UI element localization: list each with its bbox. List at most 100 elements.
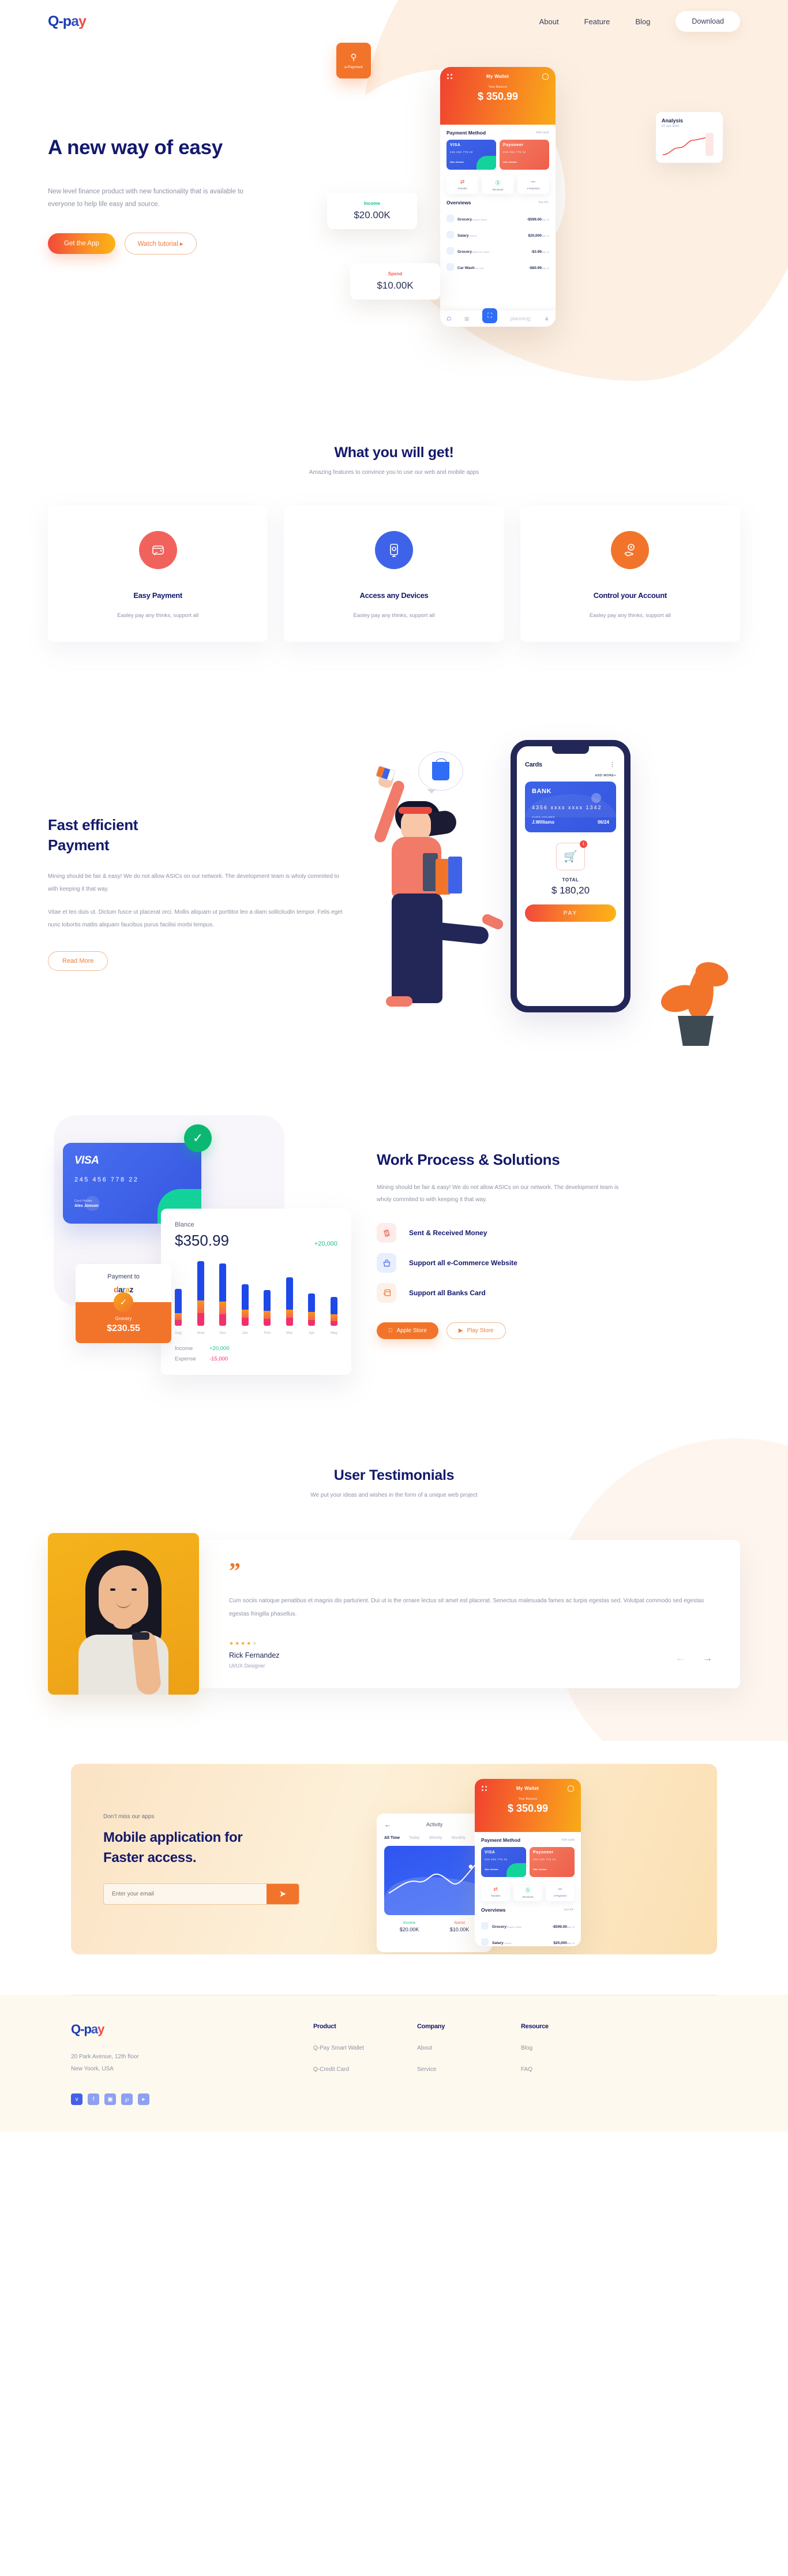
grid-menu-icon[interactable] xyxy=(447,73,453,80)
download-button[interactable]: Download xyxy=(676,11,740,32)
income-floating-card: Income $20.00K xyxy=(327,193,417,229)
add-cards-link[interactable]: Add cards xyxy=(561,1838,575,1842)
feature-card-access-devices[interactable]: Access any Devices Easley pay any thinks… xyxy=(284,506,504,642)
profile-icon[interactable]: ♟ xyxy=(545,316,549,322)
see-all-link[interactable]: See All › xyxy=(564,1908,575,1912)
history-icon[interactable]: planning; xyxy=(511,316,532,321)
payoneer-mini-card[interactable]: Payoneer 245 456 778 22 Alex Jonson xyxy=(500,140,549,170)
chart-x-label: Now xyxy=(197,1331,205,1335)
list-item[interactable]: SalaryFinance $20,000May 25 xyxy=(481,1934,575,1946)
feature-card-control-account[interactable]: Control your Account Easley pay any thin… xyxy=(520,506,740,642)
list-item[interactable]: GroceryStarbucks Coffee -$3.99May 24 xyxy=(446,242,549,259)
list-item[interactable]: Car WashCar Care -$80.99May 20 xyxy=(446,259,549,275)
epayment-floating-card[interactable]: ⚲ e-Payment xyxy=(336,43,371,78)
grid-menu-icon[interactable] xyxy=(482,1785,487,1792)
testimonial-avatar xyxy=(48,1533,199,1695)
tab-monthly[interactable]: Monthly xyxy=(452,1836,466,1840)
next-arrow-icon[interactable]: → xyxy=(703,1652,712,1664)
chart-bar-segment xyxy=(219,1302,227,1314)
add-cards-link[interactable]: Add cards xyxy=(536,131,549,134)
footer-link-faq[interactable]: FAQ xyxy=(521,2066,625,2073)
prev-arrow-icon[interactable]: ← xyxy=(676,1652,685,1664)
payoneer-mini-card[interactable]: Payoneer 245 456 778 22 Alex Jonson xyxy=(530,1847,575,1877)
work-feature-sent-received[interactable]: Sent & Received Money xyxy=(377,1223,740,1243)
brand-logo[interactable]: Q-pay xyxy=(71,2023,313,2036)
footer-link-about[interactable]: About xyxy=(417,2045,521,2051)
testimonials-section: User Testimonials We put your ideas and … xyxy=(0,1427,788,1741)
visa-mini-card[interactable]: VISA 245 456 778 22 Alex Jonson xyxy=(446,140,496,170)
see-all-link[interactable]: See All › xyxy=(538,201,549,204)
read-more-button[interactable]: Read More xyxy=(48,951,108,971)
feature-cards: Easy Payment Easley pay any thinks, supp… xyxy=(48,506,740,642)
tx-date: May 25 xyxy=(541,218,549,221)
tab-weekly[interactable]: Weekly xyxy=(429,1836,442,1840)
spend-label: Spend xyxy=(388,271,403,276)
tab-all-time[interactable]: All Time xyxy=(384,1836,400,1840)
list-item[interactable]: GroceryShopee Online -$599.00May 25 xyxy=(446,210,549,226)
twitter-icon[interactable]: ᴠ xyxy=(71,2093,82,2105)
action-label: Transfer xyxy=(490,1894,501,1897)
address-line-1: 20 Park Avenue, 12th floor xyxy=(71,2054,139,2060)
nav-item-about[interactable]: About xyxy=(539,17,559,26)
add-more-link[interactable]: ADD MORE+ xyxy=(525,774,616,777)
instagram-icon[interactable]: ▣ xyxy=(104,2093,116,2105)
action-epayment[interactable]: ⎓ e-Payment xyxy=(546,1882,575,1901)
action-transfer[interactable]: ⇄ Transfer xyxy=(481,1882,510,1901)
back-arrow-icon[interactable]: ← xyxy=(384,1820,391,1829)
facebook-icon[interactable]: f xyxy=(88,2093,99,2105)
youtube-icon[interactable]: ▸ xyxy=(138,2093,149,2105)
action-label: e-Payment xyxy=(527,187,540,190)
tx-title: Salary xyxy=(457,234,469,238)
home-icon[interactable]: ☖ xyxy=(446,316,451,322)
rating-stars: ★★★★★ xyxy=(229,1640,280,1647)
income-value: +20,000 xyxy=(209,1345,230,1352)
visa-mini-card[interactable]: VISA 245 456 778 22 Alex Jonson xyxy=(481,1847,526,1877)
newsletter-submit-button[interactable]: ➤ xyxy=(267,1883,299,1904)
email-input[interactable] xyxy=(104,1883,267,1904)
apple-store-button[interactable]: Apple Store xyxy=(377,1322,438,1339)
action-received[interactable]: Ⓢ Received xyxy=(513,1882,542,1901)
list-item[interactable]: SalaryFinance $20,000May 25 xyxy=(446,226,549,242)
action-transfer[interactable]: ⇄ Transfer xyxy=(446,175,479,194)
footer-link-blog[interactable]: Blog xyxy=(521,2045,625,2051)
play-store-button[interactable]: ▶ Play Store xyxy=(446,1322,506,1339)
work-feature-banks-card[interactable]: Support all Banks Card xyxy=(377,1283,740,1303)
feature-card-easy-payment[interactable]: Easy Payment Easley pay any thinks, supp… xyxy=(48,506,268,642)
action-epayment[interactable]: ⎓ e-Payment xyxy=(517,175,549,194)
pay-button[interactable]: PAY xyxy=(525,904,616,922)
footer-link-service[interactable]: Service xyxy=(417,2066,521,2073)
tab-today[interactable]: Today xyxy=(409,1836,420,1840)
chart-bar-segment xyxy=(286,1310,293,1318)
phone-balance-label: Your Balance xyxy=(518,1797,538,1801)
footer-link-credit-card[interactable]: Q-Credit Card xyxy=(313,2066,417,2073)
more-options-icon[interactable]: ⋮ xyxy=(609,761,616,768)
bell-icon[interactable] xyxy=(542,73,549,80)
phone-balance-label: Your Balance xyxy=(488,85,508,89)
stars-filled: ★★★★ xyxy=(229,1640,253,1646)
bell-icon[interactable] xyxy=(568,1785,574,1792)
action-received[interactable]: Ⓢ Received xyxy=(482,175,514,194)
income-label: Income xyxy=(363,201,380,206)
nav-item-feature[interactable]: Feature xyxy=(584,17,610,26)
fast-payment-section: Fast efficient Payment Mining should be f… xyxy=(48,694,740,1075)
chart-bar-segment xyxy=(264,1319,271,1326)
get-the-app-button[interactable]: Get the App xyxy=(48,233,115,255)
hero-subtitle: New level finance product with new funct… xyxy=(48,188,243,208)
tx-sub: Shopee Online xyxy=(471,218,487,221)
bank-card-icon xyxy=(377,1283,396,1303)
brand-logo[interactable]: Q-pay xyxy=(48,14,87,29)
play-store-label: Play Store xyxy=(462,1328,493,1334)
bank-card[interactable]: BANK 4356 xxxx xxxx 1342 CARS HOLDER J.W… xyxy=(525,782,616,832)
title-line-1: Fast efficient xyxy=(48,816,138,833)
scan-icon[interactable]: ⛶ xyxy=(482,308,497,323)
wallet-icon[interactable]: ▦ xyxy=(464,316,470,322)
work-feature-ecommerce[interactable]: Support all e-Commerce Website xyxy=(377,1253,740,1273)
cart-icon[interactable]: 🛒 1 xyxy=(556,840,587,870)
watch-tutorial-button[interactable]: Watch tutorial ▸ xyxy=(124,233,197,255)
footer-link-smart-wallet[interactable]: Q-Pay Smart Wallet xyxy=(313,2045,417,2051)
footer-column-resource: Resource Blog FAQ xyxy=(521,2023,625,2105)
chart-bar-segment xyxy=(197,1300,204,1313)
pinterest-icon[interactable]: ℘ xyxy=(121,2093,133,2105)
nav-item-blog[interactable]: Blog xyxy=(635,17,650,26)
list-item[interactable]: GroceryShopee Online -$599.00May 25 xyxy=(481,1917,575,1934)
